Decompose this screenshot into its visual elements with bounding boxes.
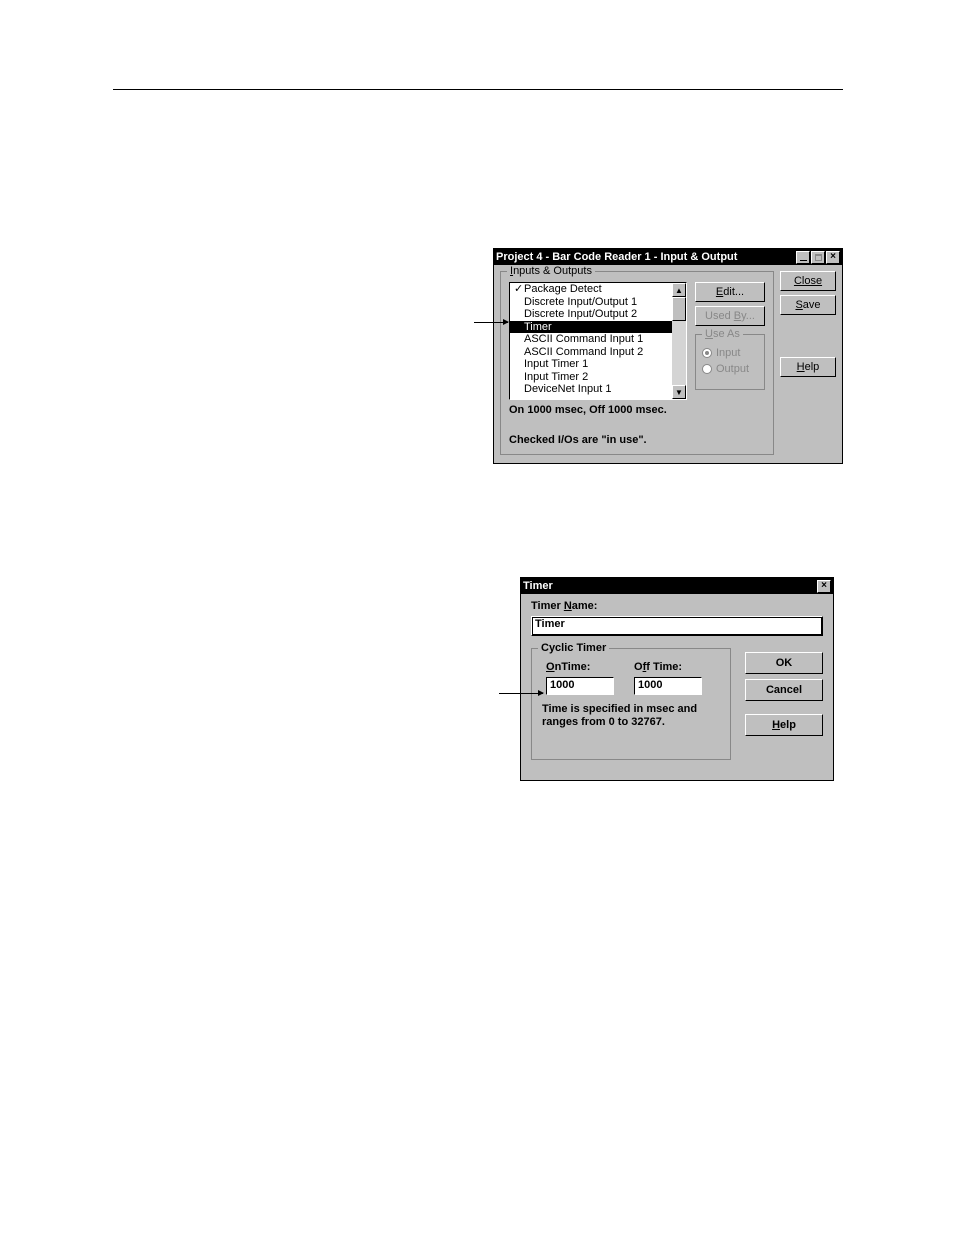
pointer-arrow-icon [474,322,508,323]
cancel-button[interactable]: Cancel [745,679,823,701]
used-by-button: Used By... [695,306,765,326]
scroll-thumb[interactable] [672,297,686,321]
radio-output: Output [702,361,760,377]
timer-dialog: Timer × Timer Name: Timer Cyclic Timer O… [520,577,834,781]
close-icon[interactable]: × [817,580,831,593]
list-item-label: ASCII Command Input 1 [524,333,643,346]
radio-input: Input [702,345,760,361]
list-item-label: ASCII Command Input 2 [524,346,643,359]
io-listbox[interactable]: ✓Package DetectDiscrete Input/Output 1Di… [509,282,687,400]
minimize-button[interactable] [796,251,810,264]
use-as-group: Use As Input Output [695,334,765,390]
list-item-label: Discrete Input/Output 1 [524,296,637,309]
timer-name-input[interactable]: Timer [531,616,823,636]
timer-dialog-buttons: OK Cancel Help [745,652,823,741]
timer-status-text: On 1000 msec, Off 1000 msec. [509,404,667,416]
list-item-label: DeviceNet Input 1 [524,383,611,396]
list-item[interactable]: ASCII Command Input 1 [510,333,672,346]
horizontal-rule [113,89,843,90]
use-as-label: Use As [702,328,743,340]
io-dialog: Project 4 - Bar Code Reader 1 - Input & … [493,248,843,464]
list-item[interactable]: ASCII Command Input 2 [510,346,672,359]
close-button[interactable]: Close [780,271,836,291]
edit-button[interactable]: Edit... [695,282,765,302]
checkmark-icon: ✓ [514,283,524,296]
list-item-label: Input Timer 2 [524,371,588,384]
list-item[interactable]: DeviceNet Input 1 [510,383,672,396]
io-dialog-titlebar[interactable]: Project 4 - Bar Code Reader 1 - Input & … [494,249,842,265]
list-item[interactable]: Timer [510,321,672,334]
cyclic-timer-group: Cyclic Timer OnTime: Off Time: 1000 1000… [531,648,731,760]
list-item[interactable]: Input Timer 2 [510,371,672,384]
radio-input-icon [702,348,712,358]
list-item[interactable]: ✓Package Detect [510,283,672,296]
cyclic-timer-label: Cyclic Timer [538,642,609,654]
list-item[interactable]: Input Timer 1 [510,358,672,371]
list-item-label: Input Timer 1 [524,358,588,371]
dialog-right-buttons: Close Save Help [780,271,836,381]
list-item[interactable]: Discrete Input/Output 1 [510,296,672,309]
offtime-label: Off Time: [634,661,682,673]
io-dialog-title: Project 4 - Bar Code Reader 1 - Input & … [496,251,795,263]
list-item-label: Package Detect [524,283,602,296]
scroll-down-icon[interactable]: ▼ [672,385,686,399]
ok-button[interactable]: OK [745,652,823,674]
offtime-input[interactable]: 1000 [634,677,702,695]
inputs-outputs-group: Inputs & Outputs ✓Package DetectDiscrete… [500,271,774,455]
list-item-label: Discrete Input/Output 2 [524,308,637,321]
help-button[interactable]: Help [745,714,823,736]
maximize-button [811,251,825,264]
scroll-up-icon[interactable]: ▲ [672,283,686,297]
ontime-label: OnTime: [546,661,590,673]
radio-output-icon [702,364,712,374]
timer-dialog-title: Timer [523,580,816,592]
help-button[interactable]: Help [780,357,836,377]
close-icon[interactable]: × [826,251,840,264]
list-item[interactable]: Discrete Input/Output 2 [510,308,672,321]
ontime-input[interactable]: 1000 [546,677,614,695]
timer-name-label: Timer Name: [531,600,597,612]
timer-dialog-titlebar[interactable]: Timer × [521,578,833,594]
list-item-label: Timer [524,321,552,334]
inputs-outputs-group-label: Inputs & Outputs [507,265,595,277]
pointer-arrow-icon [499,693,543,694]
time-range-hint: Time is specified in msec and ranges fro… [542,703,718,729]
save-button[interactable]: Save [780,295,836,315]
scrollbar[interactable]: ▲ ▼ [672,283,686,399]
checked-io-hint: Checked I/Os are "in use". [509,434,647,446]
